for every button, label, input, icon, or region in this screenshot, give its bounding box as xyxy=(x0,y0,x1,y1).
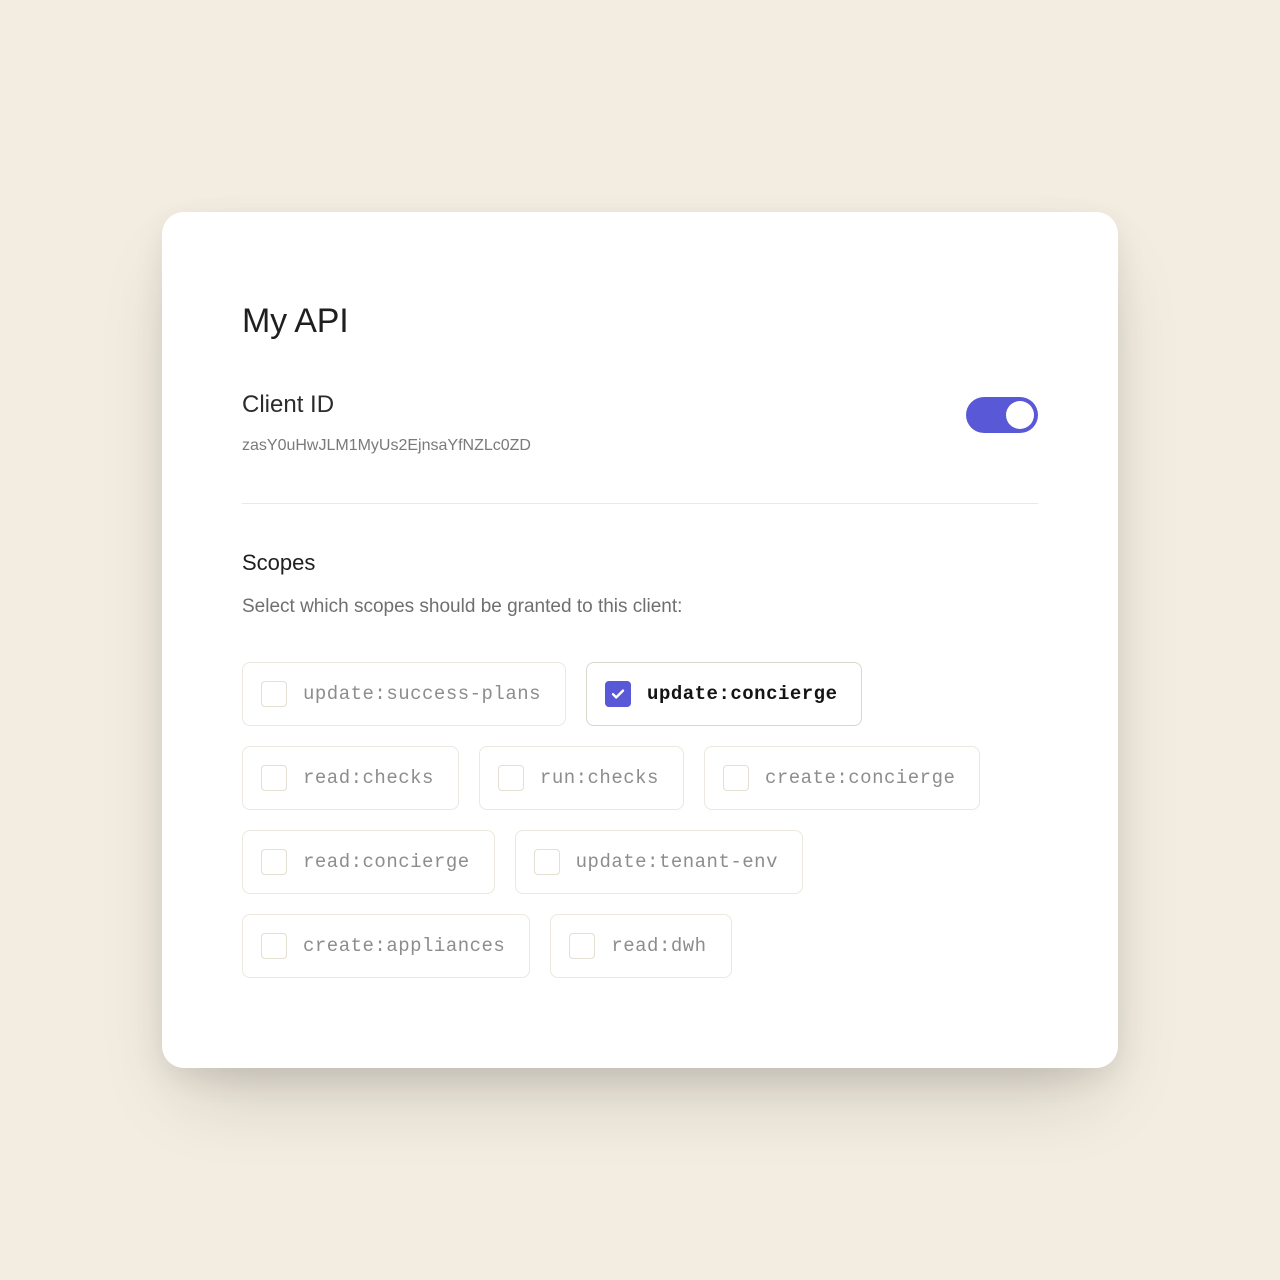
scope-chip[interactable]: run:checks xyxy=(479,746,684,810)
section-divider xyxy=(242,503,1038,504)
enable-toggle[interactable] xyxy=(966,397,1038,433)
scope-chip[interactable]: read:concierge xyxy=(242,830,495,894)
checkbox-icon xyxy=(261,933,287,959)
scope-label: update:success-plans xyxy=(303,683,541,705)
scope-label: read:concierge xyxy=(303,851,470,873)
checkbox-icon xyxy=(534,849,560,875)
client-id-label: Client ID xyxy=(242,391,531,419)
checkbox-icon xyxy=(498,765,524,791)
checkbox-icon xyxy=(261,765,287,791)
scope-label: create:appliances xyxy=(303,935,505,957)
scopes-help-text: Select which scopes should be granted to… xyxy=(242,596,1038,618)
scope-chip[interactable]: read:dwh xyxy=(550,914,731,978)
scope-chip[interactable]: update:tenant-env xyxy=(515,830,803,894)
scope-label: update:concierge xyxy=(647,683,837,705)
checkbox-icon xyxy=(261,849,287,875)
checkbox-icon xyxy=(723,765,749,791)
client-id-value: zasY0uHwJLM1MyUs2EjnsaYfNZLc0ZD xyxy=(242,437,531,455)
scope-chip[interactable]: update:success-plans xyxy=(242,662,566,726)
scopes-heading: Scopes xyxy=(242,550,1038,576)
checkbox-checked-icon xyxy=(605,681,631,707)
page-title: My API xyxy=(242,302,1038,341)
scope-chip[interactable]: read:checks xyxy=(242,746,459,810)
checkbox-icon xyxy=(261,681,287,707)
scope-label: read:checks xyxy=(303,767,434,789)
toggle-knob xyxy=(1006,401,1034,429)
scope-label: run:checks xyxy=(540,767,659,789)
checkbox-icon xyxy=(569,933,595,959)
scope-chip[interactable]: create:concierge xyxy=(704,746,980,810)
scope-label: update:tenant-env xyxy=(576,851,778,873)
client-id-block: Client ID zasY0uHwJLM1MyUs2EjnsaYfNZLc0Z… xyxy=(242,391,531,455)
scope-chip[interactable]: update:concierge xyxy=(586,662,862,726)
api-settings-card: My API Client ID zasY0uHwJLM1MyUs2EjnsaY… xyxy=(162,212,1118,1068)
scope-label: read:dwh xyxy=(611,935,706,957)
scope-label: create:concierge xyxy=(765,767,955,789)
scope-list: update:success-plans update:concierge read… xyxy=(242,662,1038,978)
client-id-row: Client ID zasY0uHwJLM1MyUs2EjnsaYfNZLc0Z… xyxy=(242,391,1038,455)
scope-chip[interactable]: create:appliances xyxy=(242,914,530,978)
